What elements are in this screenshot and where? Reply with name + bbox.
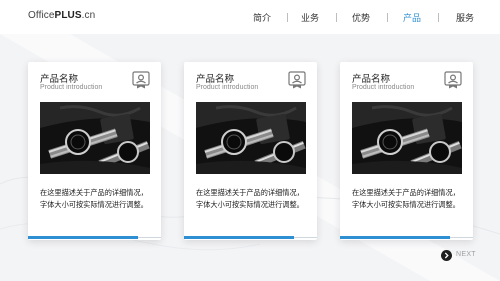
card-accent-bar [184, 236, 294, 239]
card-description: 在这里描述关于产品的详细情况，字体大小可按实际情况进行调整。 [196, 188, 304, 209]
header-bar: OfficePLUS.cn 简介 业务 优势 产品 服务 [0, 0, 500, 34]
nav-divider [387, 13, 388, 22]
nav-item-business[interactable]: 业务 [301, 11, 319, 24]
nav-divider [287, 13, 288, 22]
product-card[interactable]: 产品名称 Product introduction 在这里描述关于产品的详细情况… [184, 62, 317, 240]
card-accent-bar-track [450, 237, 473, 238]
badge-icon [132, 71, 150, 89]
watch-photo [196, 102, 306, 174]
next-label: NEXT [456, 251, 476, 258]
card-accent-bar [340, 236, 450, 239]
badge-icon [288, 71, 306, 89]
card-subtitle: Product introduction [196, 84, 259, 91]
watch-photo [40, 102, 150, 174]
nav-divider [438, 13, 439, 22]
card-title: 产品名称 [196, 74, 235, 85]
nav-item-intro[interactable]: 简介 [253, 11, 271, 24]
card-description: 在这里描述关于产品的详细情况，字体大小可按实际情况进行调整。 [352, 188, 460, 209]
card-description: 在这里描述关于产品的详细情况，字体大小可按实际情况进行调整。 [40, 188, 148, 209]
card-accent-bar [28, 236, 138, 239]
card-subtitle: Product introduction [40, 84, 103, 91]
nav-item-products[interactable]: 产品 [403, 11, 421, 24]
product-card[interactable]: 产品名称 Product introduction 在这里描述关于产品的详细情况… [28, 62, 161, 240]
card-title: 产品名称 [352, 74, 391, 85]
chevron-right-circle-icon [441, 250, 452, 261]
main-nav: 简介 业务 优势 产品 服务 [0, 11, 500, 25]
product-card[interactable]: 产品名称 Product introduction 在这里描述关于产品的详细情况… [340, 62, 473, 240]
card-subtitle: Product introduction [352, 84, 415, 91]
card-title: 产品名称 [40, 74, 79, 85]
watch-photo [352, 102, 462, 174]
nav-item-advantages[interactable]: 优势 [352, 11, 370, 24]
card-accent-bar-track [138, 237, 161, 238]
badge-icon [444, 71, 462, 89]
nav-divider [336, 13, 337, 22]
nav-item-services[interactable]: 服务 [456, 11, 474, 24]
card-accent-bar-track [294, 237, 317, 238]
